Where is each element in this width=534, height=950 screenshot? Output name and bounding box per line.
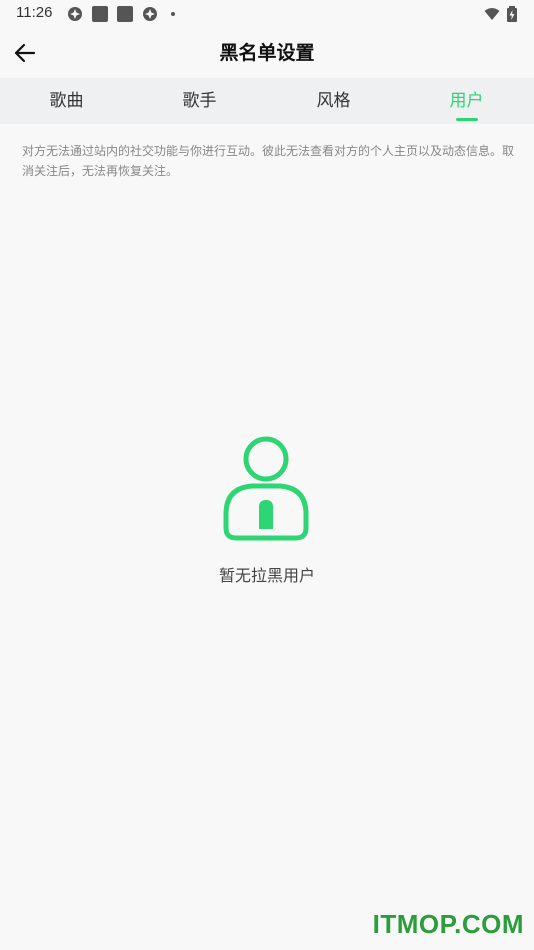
battery-icon: [507, 6, 517, 22]
tab-singers[interactable]: 歌手: [133, 78, 266, 124]
blacklist-notice: 对方无法通过站内的社交功能与你进行互动。彼此无法查看对方的个人主页以及动态信息。…: [22, 144, 515, 178]
dot-icon: [171, 12, 175, 16]
back-button[interactable]: [8, 36, 42, 70]
tab-users[interactable]: 用户: [400, 78, 533, 124]
tab-users-label: 用户: [449, 91, 484, 111]
notification-icon: [68, 7, 82, 21]
tab-songs[interactable]: 歌曲: [0, 78, 133, 124]
status-time: 11:26: [16, 4, 53, 21]
empty-state-text: 暂无拉黑用户: [218, 566, 315, 585]
title-bar: 黑名单设置: [0, 28, 534, 78]
active-tab-indicator: [456, 118, 478, 121]
wifi-icon: [484, 8, 500, 20]
tab-bar: 歌曲 歌手 风格 用户: [0, 78, 534, 124]
app-icon: [92, 6, 108, 22]
tab-styles[interactable]: 风格: [267, 78, 400, 124]
page-title: 黑名单设置: [219, 42, 315, 64]
notification-icon: [143, 7, 157, 21]
status-bar: 11:26: [0, 0, 534, 28]
back-arrow-icon: [14, 43, 36, 63]
app-icon: [117, 6, 133, 22]
watermark: ITMOP.COM: [372, 909, 524, 939]
user-icon: [223, 436, 309, 541]
